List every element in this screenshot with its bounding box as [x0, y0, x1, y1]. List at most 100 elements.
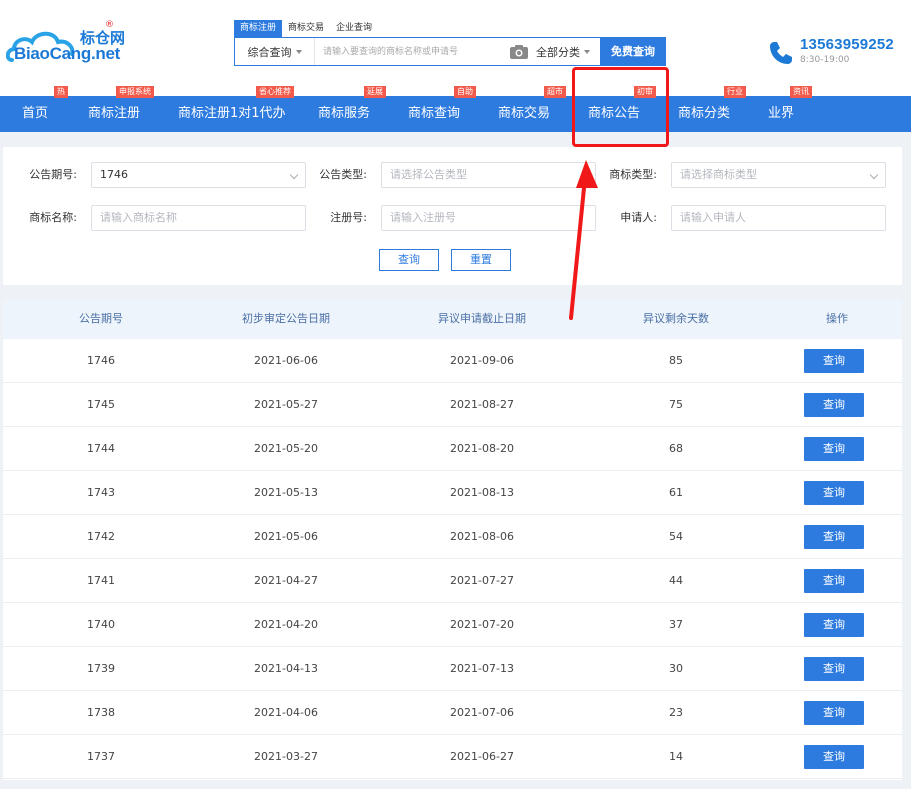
- nav-item-label: 商标交易: [498, 106, 551, 121]
- row-query-button[interactable]: 查询: [804, 613, 864, 637]
- search-mode-label: 综合查询: [247, 45, 292, 59]
- nav-item-home[interactable]: 首页 热: [22, 86, 68, 132]
- table-row: 1742 2021-05-06 2021-08-06 54 查询: [3, 515, 902, 559]
- nav-badge: 延展: [364, 86, 386, 98]
- announcement-type-label: 公告类型:: [319, 168, 367, 181]
- col-header-deadline: 异议申请截止日期: [438, 312, 526, 325]
- reset-button[interactable]: 重置: [451, 249, 511, 271]
- applicant-label: 申请人:: [620, 211, 657, 224]
- cell-remaining-days: 30: [669, 662, 683, 675]
- filter-panel: 公告期号: 1746 公告类型: 请选择公告类型 商标类型: 请选择商标类型 商…: [3, 147, 902, 285]
- registered-mark: ®: [105, 20, 114, 30]
- col-header-issue: 公告期号: [79, 312, 123, 325]
- cell-remaining-days: 75: [669, 398, 683, 411]
- category-select-label: 全部分类: [536, 45, 580, 59]
- cell-remaining-days: 85: [669, 354, 683, 367]
- main-nav: 首页 热 商标注册 申报系统 商标注册1对1代办 省心推荐 商标服务 延展 商标…: [0, 86, 911, 132]
- logo-en-text: BiaoCang.net: [14, 44, 120, 63]
- cell-issue: 1746: [87, 354, 115, 367]
- nav-item-label: 业界: [768, 106, 795, 121]
- nav-item-trademark-query[interactable]: 商标查询 自助: [408, 86, 476, 132]
- table-row: 1740 2021-04-20 2021-07-20 37 查询: [3, 603, 902, 647]
- search-mode-select[interactable]: 综合查询: [235, 38, 315, 65]
- query-button[interactable]: 查询: [379, 249, 439, 271]
- announcement-type-select[interactable]: 请选择公告类型: [381, 162, 596, 188]
- trademark-type-select[interactable]: 请选择商标类型: [671, 162, 886, 188]
- cell-deadline: 2021-08-13: [450, 486, 514, 499]
- table-row: 1737 2021-03-27 2021-06-27 14 查询: [3, 735, 902, 779]
- nav-item-trademark-service[interactable]: 商标服务 延展: [318, 86, 386, 132]
- nav-item-trademark-announcement[interactable]: 商标公告 初审: [588, 86, 656, 132]
- registration-number-label: 注册号:: [330, 211, 367, 224]
- site-logo[interactable]: 标仓网 ® BiaoCang.net: [6, 20, 126, 70]
- announcement-type-placeholder: 请选择公告类型: [390, 168, 467, 181]
- issue-number-select[interactable]: 1746: [91, 162, 306, 188]
- cell-prelim-date: 2021-06-06: [254, 354, 318, 367]
- cell-prelim-date: 2021-04-27: [254, 574, 318, 587]
- cell-deadline: 2021-06-27: [450, 750, 514, 763]
- nav-item-trademark-trade[interactable]: 商标交易 超市: [498, 86, 566, 132]
- row-query-button[interactable]: 查询: [804, 701, 864, 725]
- cell-remaining-days: 14: [669, 750, 683, 763]
- cell-remaining-days: 44: [669, 574, 683, 587]
- nav-item-label: 商标公告: [588, 106, 641, 121]
- issue-number-value: 1746: [100, 168, 128, 181]
- cell-deadline: 2021-08-20: [450, 442, 514, 455]
- trademark-name-input[interactable]: 请输入商标名称: [91, 205, 306, 231]
- row-query-button[interactable]: 查询: [804, 569, 864, 593]
- cell-prelim-date: 2021-03-27: [254, 750, 318, 763]
- nav-item-trademark-class[interactable]: 商标分类 行业: [678, 86, 746, 132]
- cell-prelim-date: 2021-04-13: [254, 662, 318, 675]
- nav-item-label: 商标查询: [408, 106, 461, 121]
- nav-item-industry[interactable]: 业界 资讯: [768, 86, 812, 132]
- table-row: 1738 2021-04-06 2021-07-06 23 查询: [3, 691, 902, 735]
- row-query-button[interactable]: 查询: [804, 437, 864, 461]
- cell-issue: 1744: [87, 442, 115, 455]
- nav-item-label: 商标注册: [88, 106, 141, 121]
- cell-prelim-date: 2021-05-13: [254, 486, 318, 499]
- table-row: 1739 2021-04-13 2021-07-13 30 查询: [3, 647, 902, 691]
- cell-deadline: 2021-08-06: [450, 530, 514, 543]
- applicant-input[interactable]: 请输入申请人: [671, 205, 886, 231]
- table-row: 1745 2021-05-27 2021-08-27 75 查询: [3, 383, 902, 427]
- row-query-button[interactable]: 查询: [804, 745, 864, 769]
- nav-item-label: 商标服务: [318, 106, 371, 121]
- applicant-placeholder: 请输入申请人: [680, 211, 746, 224]
- cell-issue: 1745: [87, 398, 115, 411]
- cell-issue: 1739: [87, 662, 115, 675]
- registration-number-placeholder: 请输入注册号: [390, 211, 456, 224]
- service-hours: 8:30-19:00: [800, 55, 850, 65]
- free-search-button[interactable]: 免费查询: [600, 36, 666, 66]
- camera-icon[interactable]: [510, 44, 528, 59]
- row-query-button[interactable]: 查询: [804, 657, 864, 681]
- nav-item-trademark-register[interactable]: 商标注册 申报系统: [88, 86, 154, 132]
- chevron-down-icon: [295, 49, 302, 54]
- cell-issue: 1741: [87, 574, 115, 587]
- nav-badge: 行业: [724, 86, 746, 98]
- row-query-button[interactable]: 查询: [804, 349, 864, 373]
- cell-issue: 1738: [87, 706, 115, 719]
- row-query-button[interactable]: 查询: [804, 393, 864, 417]
- cell-prelim-date: 2021-04-20: [254, 618, 318, 631]
- cell-deadline: 2021-08-27: [450, 398, 514, 411]
- col-header-remaining-days: 异议剩余天数: [643, 312, 709, 325]
- nav-badge: 自助: [454, 86, 476, 98]
- cell-remaining-days: 54: [669, 530, 683, 543]
- cell-remaining-days: 61: [669, 486, 683, 499]
- contact-phone: 13563959252 8:30-19:00: [768, 36, 908, 72]
- search-tab-trademark-trade[interactable]: 商标交易: [282, 20, 330, 37]
- category-select[interactable]: 全部分类: [536, 44, 600, 60]
- search-input[interactable]: [315, 38, 510, 65]
- cell-remaining-days: 23: [669, 706, 683, 719]
- col-header-prelim-date: 初步审定公告日期: [242, 312, 330, 325]
- nav-badge: 申报系统: [116, 86, 154, 98]
- cell-deadline: 2021-07-13: [450, 662, 514, 675]
- trademark-type-label: 商标类型:: [609, 168, 657, 181]
- row-query-button[interactable]: 查询: [804, 481, 864, 505]
- nav-badge: 热: [54, 86, 68, 98]
- nav-item-one-on-one[interactable]: 商标注册1对1代办 省心推荐: [178, 86, 294, 132]
- search-tab-company-query[interactable]: 企业查询: [330, 20, 378, 37]
- row-query-button[interactable]: 查询: [804, 525, 864, 549]
- search-tab-trademark-register[interactable]: 商标注册: [234, 20, 283, 37]
- registration-number-input[interactable]: 请输入注册号: [381, 205, 596, 231]
